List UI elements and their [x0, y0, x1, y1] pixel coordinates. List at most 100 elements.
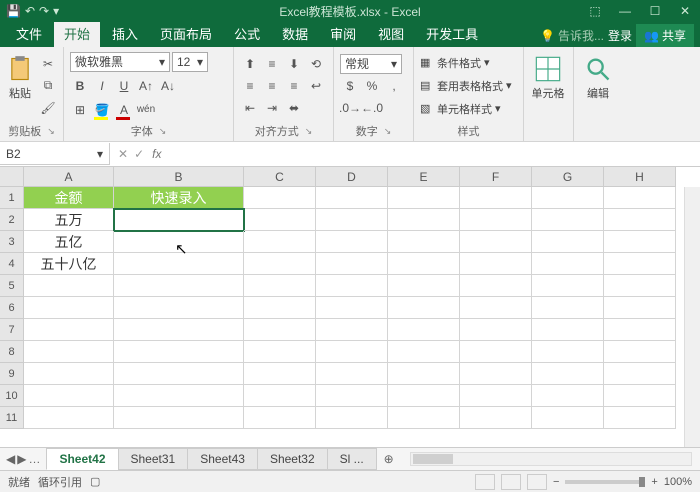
- cell[interactable]: [388, 209, 460, 231]
- cell[interactable]: 五十八亿: [24, 253, 114, 275]
- tab-home[interactable]: 开始: [54, 20, 100, 47]
- row-header[interactable]: 4: [0, 253, 24, 275]
- cell[interactable]: [532, 297, 604, 319]
- cell[interactable]: [244, 363, 316, 385]
- cell[interactable]: [114, 253, 244, 275]
- copy-icon[interactable]: ⧉: [38, 76, 58, 96]
- column-header[interactable]: C: [244, 167, 316, 187]
- tab-insert[interactable]: 插入: [102, 20, 148, 47]
- sheet-tab[interactable]: Sl ...: [327, 448, 377, 470]
- tab-view[interactable]: 视图: [368, 20, 414, 47]
- cell[interactable]: [460, 407, 532, 429]
- cut-icon[interactable]: ✂: [38, 54, 58, 74]
- cell[interactable]: [114, 319, 244, 341]
- cell[interactable]: [388, 407, 460, 429]
- cell[interactable]: [604, 187, 676, 209]
- border-button[interactable]: ⊞: [70, 100, 90, 120]
- bold-button[interactable]: B: [70, 76, 90, 96]
- cell[interactable]: [604, 319, 676, 341]
- cell[interactable]: [114, 209, 244, 231]
- cell[interactable]: [532, 187, 604, 209]
- tell-me[interactable]: 💡告诉我...: [540, 27, 604, 44]
- decrease-font-icon[interactable]: A↓: [158, 76, 178, 96]
- row-header[interactable]: 9: [0, 363, 24, 385]
- cell[interactable]: [532, 319, 604, 341]
- decrease-decimal-icon[interactable]: ←.0: [362, 98, 382, 118]
- cell[interactable]: [460, 385, 532, 407]
- tab-file[interactable]: 文件: [6, 20, 52, 47]
- wrap-text-icon[interactable]: ↩: [306, 76, 326, 96]
- italic-button[interactable]: I: [92, 76, 112, 96]
- tab-review[interactable]: 审阅: [320, 20, 366, 47]
- cell[interactable]: [316, 187, 388, 209]
- undo-icon[interactable]: ↶: [25, 4, 35, 18]
- cell[interactable]: [388, 363, 460, 385]
- cell[interactable]: [388, 297, 460, 319]
- increase-font-icon[interactable]: A↑: [136, 76, 156, 96]
- sheet-tab[interactable]: Sheet43: [187, 448, 258, 470]
- cell[interactable]: [604, 253, 676, 275]
- sheet-tab[interactable]: Sheet42: [46, 448, 118, 470]
- row-header[interactable]: 2: [0, 209, 24, 231]
- minimize-icon[interactable]: —: [610, 0, 640, 22]
- increase-indent-icon[interactable]: ⇥: [262, 98, 282, 118]
- qat-dropdown-icon[interactable]: ▾: [53, 4, 59, 18]
- cell[interactable]: [460, 319, 532, 341]
- cell[interactable]: [24, 363, 114, 385]
- cell[interactable]: [532, 407, 604, 429]
- tab-data[interactable]: 数据: [272, 20, 318, 47]
- cell[interactable]: [316, 341, 388, 363]
- row-header[interactable]: 1: [0, 187, 24, 209]
- tab-developer[interactable]: 开发工具: [416, 20, 488, 47]
- align-top-icon[interactable]: ⬆: [240, 54, 260, 74]
- align-left-icon[interactable]: ≡: [240, 76, 260, 96]
- formula-input[interactable]: [167, 143, 700, 165]
- sheet-tab[interactable]: Sheet31: [118, 448, 189, 470]
- cell[interactable]: [316, 407, 388, 429]
- cell[interactable]: [388, 341, 460, 363]
- align-center-icon[interactable]: ≡: [262, 76, 282, 96]
- cell[interactable]: [604, 209, 676, 231]
- sheet-nav-next-icon[interactable]: ▶: [17, 452, 26, 466]
- orientation-icon[interactable]: ⟲: [306, 54, 326, 74]
- cell[interactable]: [388, 319, 460, 341]
- cell[interactable]: [460, 231, 532, 253]
- cell[interactable]: [114, 275, 244, 297]
- cell[interactable]: 五亿: [24, 231, 114, 253]
- cell[interactable]: [388, 385, 460, 407]
- cell[interactable]: [460, 209, 532, 231]
- worksheet-grid[interactable]: ABCDEFGH 1234567891011 金额快速录入五万五亿五十八亿 ↖: [0, 167, 700, 447]
- cell[interactable]: [24, 275, 114, 297]
- cell[interactable]: [316, 297, 388, 319]
- cancel-formula-icon[interactable]: ✕: [118, 147, 128, 161]
- redo-icon[interactable]: ↷: [39, 4, 49, 18]
- row-header[interactable]: 7: [0, 319, 24, 341]
- cell[interactable]: [604, 341, 676, 363]
- vertical-scrollbar[interactable]: [684, 187, 700, 447]
- format-as-table-button[interactable]: ▤套用表格格式▾: [420, 76, 517, 96]
- zoom-in-icon[interactable]: +: [651, 476, 657, 488]
- cell[interactable]: [24, 385, 114, 407]
- cell[interactable]: [316, 319, 388, 341]
- cell[interactable]: [604, 385, 676, 407]
- paste-button[interactable]: 粘贴: [6, 50, 34, 106]
- cell[interactable]: [532, 253, 604, 275]
- cell[interactable]: [532, 209, 604, 231]
- row-header[interactable]: 10: [0, 385, 24, 407]
- cell[interactable]: [388, 275, 460, 297]
- cell[interactable]: [604, 275, 676, 297]
- cell[interactable]: [460, 253, 532, 275]
- ribbon-options-icon[interactable]: ⬚: [580, 0, 610, 22]
- cell[interactable]: [532, 341, 604, 363]
- cell[interactable]: [460, 275, 532, 297]
- cell[interactable]: [114, 363, 244, 385]
- maximize-icon[interactable]: ☐: [640, 0, 670, 22]
- dialog-launcher-icon[interactable]: ↘: [47, 126, 55, 137]
- tab-layout[interactable]: 页面布局: [150, 20, 222, 47]
- zoom-slider[interactable]: [565, 480, 645, 484]
- cell[interactable]: [24, 319, 114, 341]
- login-link[interactable]: 登录: [608, 27, 632, 44]
- cell[interactable]: 五万: [24, 209, 114, 231]
- row-header[interactable]: 5: [0, 275, 24, 297]
- increase-decimal-icon[interactable]: .0→: [340, 98, 360, 118]
